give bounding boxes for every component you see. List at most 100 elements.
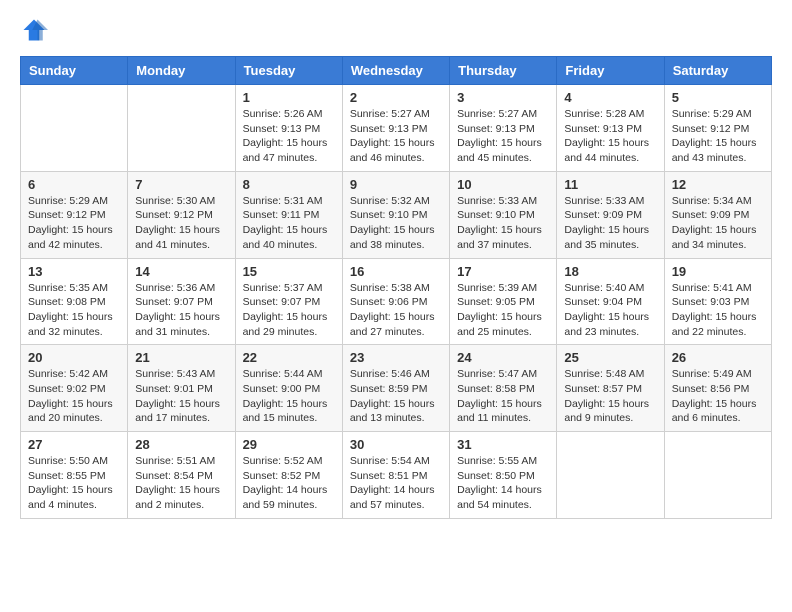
calendar-cell: 12 Sunrise: 5:34 AM Sunset: 9:09 PM Dayli…: [664, 171, 771, 258]
calendar-cell: 2Sunrise: 5:27 AM Sunset: 9:13 PM Daylig…: [342, 85, 449, 172]
calendar-cell: 18 Sunrise: 5:40 AM Sunset: 9:04 PM Dayli…: [557, 258, 664, 345]
day-info: Sunrise: 5:52 AM Sunset: 8:52 PM Dayligh…: [243, 454, 335, 513]
calendar-header-row: SundayMondayTuesdayWednesdayThursdayFrid…: [21, 57, 772, 85]
day-info: Sunrise: 5:43 AM Sunset: 9:01 PM Dayligh…: [135, 367, 227, 426]
calendar-cell: 22 Sunrise: 5:44 AM Sunset: 9:00 PM Dayli…: [235, 345, 342, 432]
day-number: 18: [564, 264, 656, 279]
day-number: 12: [672, 177, 764, 192]
calendar-week-1: 1 Sunrise: 5:26 AM Sunset: 9:13 PM Daylig…: [21, 85, 772, 172]
day-info: Sunrise: 5:27 AM Sunset: 9:13 PM Dayligh…: [457, 107, 549, 166]
calendar-cell: 1 Sunrise: 5:26 AM Sunset: 9:13 PM Daylig…: [235, 85, 342, 172]
day-number: 26: [672, 350, 764, 365]
day-info: Sunrise: 5:31 AM Sunset: 9:11 PM Dayligh…: [243, 194, 335, 253]
calendar-cell: 25 Sunrise: 5:48 AM Sunset: 8:57 PM Dayli…: [557, 345, 664, 432]
day-number: 8: [243, 177, 335, 192]
calendar-cell: 31Sunrise: 5:55 AM Sunset: 8:50 PM Dayli…: [450, 432, 557, 519]
day-info: Sunrise: 5:50 AM Sunset: 8:55 PM Dayligh…: [28, 454, 120, 513]
logo: [20, 16, 52, 44]
day-number: 27: [28, 437, 120, 452]
calendar-cell: 11Sunrise: 5:33 AM Sunset: 9:09 PM Dayli…: [557, 171, 664, 258]
day-number: 1: [243, 90, 335, 105]
day-info: Sunrise: 5:54 AM Sunset: 8:51 PM Dayligh…: [350, 454, 442, 513]
day-info: Sunrise: 5:33 AM Sunset: 9:10 PM Dayligh…: [457, 194, 549, 253]
header: [20, 16, 772, 44]
weekday-header-sunday: Sunday: [21, 57, 128, 85]
calendar-cell: [557, 432, 664, 519]
calendar-cell: [664, 432, 771, 519]
day-info: Sunrise: 5:49 AM Sunset: 8:56 PM Dayligh…: [672, 367, 764, 426]
day-number: 9: [350, 177, 442, 192]
calendar-cell: 17 Sunrise: 5:39 AM Sunset: 9:05 PM Dayli…: [450, 258, 557, 345]
day-number: 24: [457, 350, 549, 365]
day-info: Sunrise: 5:33 AM Sunset: 9:09 PM Dayligh…: [564, 194, 656, 253]
calendar-cell: 19 Sunrise: 5:41 AM Sunset: 9:03 PM Dayli…: [664, 258, 771, 345]
day-info: Sunrise: 5:44 AM Sunset: 9:00 PM Dayligh…: [243, 367, 335, 426]
day-info: Sunrise: 5:38 AM Sunset: 9:06 PM Dayligh…: [350, 281, 442, 340]
day-info: Sunrise: 5:29 AM Sunset: 9:12 PM Dayligh…: [28, 194, 120, 253]
day-number: 22: [243, 350, 335, 365]
day-info: Sunrise: 5:46 AM Sunset: 8:59 PM Dayligh…: [350, 367, 442, 426]
calendar-week-5: 27 Sunrise: 5:50 AM Sunset: 8:55 PM Dayli…: [21, 432, 772, 519]
day-number: 3: [457, 90, 549, 105]
day-number: 6: [28, 177, 120, 192]
calendar-cell: 23Sunrise: 5:46 AM Sunset: 8:59 PM Dayli…: [342, 345, 449, 432]
day-number: 17: [457, 264, 549, 279]
day-info: Sunrise: 5:36 AM Sunset: 9:07 PM Dayligh…: [135, 281, 227, 340]
day-info: Sunrise: 5:55 AM Sunset: 8:50 PM Dayligh…: [457, 454, 549, 513]
logo-icon: [20, 16, 48, 44]
calendar-cell: 3 Sunrise: 5:27 AM Sunset: 9:13 PM Daylig…: [450, 85, 557, 172]
calendar-week-2: 6 Sunrise: 5:29 AM Sunset: 9:12 PM Daylig…: [21, 171, 772, 258]
weekday-header-thursday: Thursday: [450, 57, 557, 85]
day-number: 14: [135, 264, 227, 279]
calendar-cell: 14 Sunrise: 5:36 AM Sunset: 9:07 PM Dayli…: [128, 258, 235, 345]
day-info: Sunrise: 5:40 AM Sunset: 9:04 PM Dayligh…: [564, 281, 656, 340]
weekday-header-monday: Monday: [128, 57, 235, 85]
calendar-cell: 20 Sunrise: 5:42 AM Sunset: 9:02 PM Dayli…: [21, 345, 128, 432]
day-info: Sunrise: 5:34 AM Sunset: 9:09 PM Dayligh…: [672, 194, 764, 253]
calendar-cell: 24 Sunrise: 5:47 AM Sunset: 8:58 PM Dayli…: [450, 345, 557, 432]
weekday-header-friday: Friday: [557, 57, 664, 85]
weekday-header-tuesday: Tuesday: [235, 57, 342, 85]
calendar-cell: 10Sunrise: 5:33 AM Sunset: 9:10 PM Dayli…: [450, 171, 557, 258]
day-number: 21: [135, 350, 227, 365]
calendar-cell: 4Sunrise: 5:28 AM Sunset: 9:13 PM Daylig…: [557, 85, 664, 172]
calendar-cell: 6 Sunrise: 5:29 AM Sunset: 9:12 PM Daylig…: [21, 171, 128, 258]
day-number: 15: [243, 264, 335, 279]
calendar-cell: 16Sunrise: 5:38 AM Sunset: 9:06 PM Dayli…: [342, 258, 449, 345]
calendar-cell: 30 Sunrise: 5:54 AM Sunset: 8:51 PM Dayli…: [342, 432, 449, 519]
day-number: 28: [135, 437, 227, 452]
day-info: Sunrise: 5:30 AM Sunset: 9:12 PM Dayligh…: [135, 194, 227, 253]
day-info: Sunrise: 5:32 AM Sunset: 9:10 PM Dayligh…: [350, 194, 442, 253]
day-number: 19: [672, 264, 764, 279]
day-number: 25: [564, 350, 656, 365]
calendar-week-3: 13 Sunrise: 5:35 AM Sunset: 9:08 PM Dayli…: [21, 258, 772, 345]
calendar-cell: 13 Sunrise: 5:35 AM Sunset: 9:08 PM Dayli…: [21, 258, 128, 345]
calendar-body: 1 Sunrise: 5:26 AM Sunset: 9:13 PM Daylig…: [21, 85, 772, 519]
day-info: Sunrise: 5:42 AM Sunset: 9:02 PM Dayligh…: [28, 367, 120, 426]
calendar-cell: 27 Sunrise: 5:50 AM Sunset: 8:55 PM Dayli…: [21, 432, 128, 519]
day-number: 13: [28, 264, 120, 279]
calendar-cell: 28 Sunrise: 5:51 AM Sunset: 8:54 PM Dayli…: [128, 432, 235, 519]
day-info: Sunrise: 5:41 AM Sunset: 9:03 PM Dayligh…: [672, 281, 764, 340]
day-info: Sunrise: 5:37 AM Sunset: 9:07 PM Dayligh…: [243, 281, 335, 340]
day-number: 29: [243, 437, 335, 452]
calendar-week-4: 20 Sunrise: 5:42 AM Sunset: 9:02 PM Dayli…: [21, 345, 772, 432]
calendar-cell: 21 Sunrise: 5:43 AM Sunset: 9:01 PM Dayli…: [128, 345, 235, 432]
day-number: 5: [672, 90, 764, 105]
day-number: 20: [28, 350, 120, 365]
calendar-cell: 26 Sunrise: 5:49 AM Sunset: 8:56 PM Dayli…: [664, 345, 771, 432]
day-info: Sunrise: 5:48 AM Sunset: 8:57 PM Dayligh…: [564, 367, 656, 426]
day-info: Sunrise: 5:51 AM Sunset: 8:54 PM Dayligh…: [135, 454, 227, 513]
day-info: Sunrise: 5:47 AM Sunset: 8:58 PM Dayligh…: [457, 367, 549, 426]
day-info: Sunrise: 5:35 AM Sunset: 9:08 PM Dayligh…: [28, 281, 120, 340]
calendar-cell: [128, 85, 235, 172]
weekday-header-wednesday: Wednesday: [342, 57, 449, 85]
day-info: Sunrise: 5:29 AM Sunset: 9:12 PM Dayligh…: [672, 107, 764, 166]
day-info: Sunrise: 5:26 AM Sunset: 9:13 PM Dayligh…: [243, 107, 335, 166]
day-info: Sunrise: 5:27 AM Sunset: 9:13 PM Dayligh…: [350, 107, 442, 166]
day-number: 30: [350, 437, 442, 452]
calendar-cell: [21, 85, 128, 172]
calendar-cell: 5 Sunrise: 5:29 AM Sunset: 9:12 PM Daylig…: [664, 85, 771, 172]
day-info: Sunrise: 5:39 AM Sunset: 9:05 PM Dayligh…: [457, 281, 549, 340]
calendar-table: SundayMondayTuesdayWednesdayThursdayFrid…: [20, 56, 772, 519]
